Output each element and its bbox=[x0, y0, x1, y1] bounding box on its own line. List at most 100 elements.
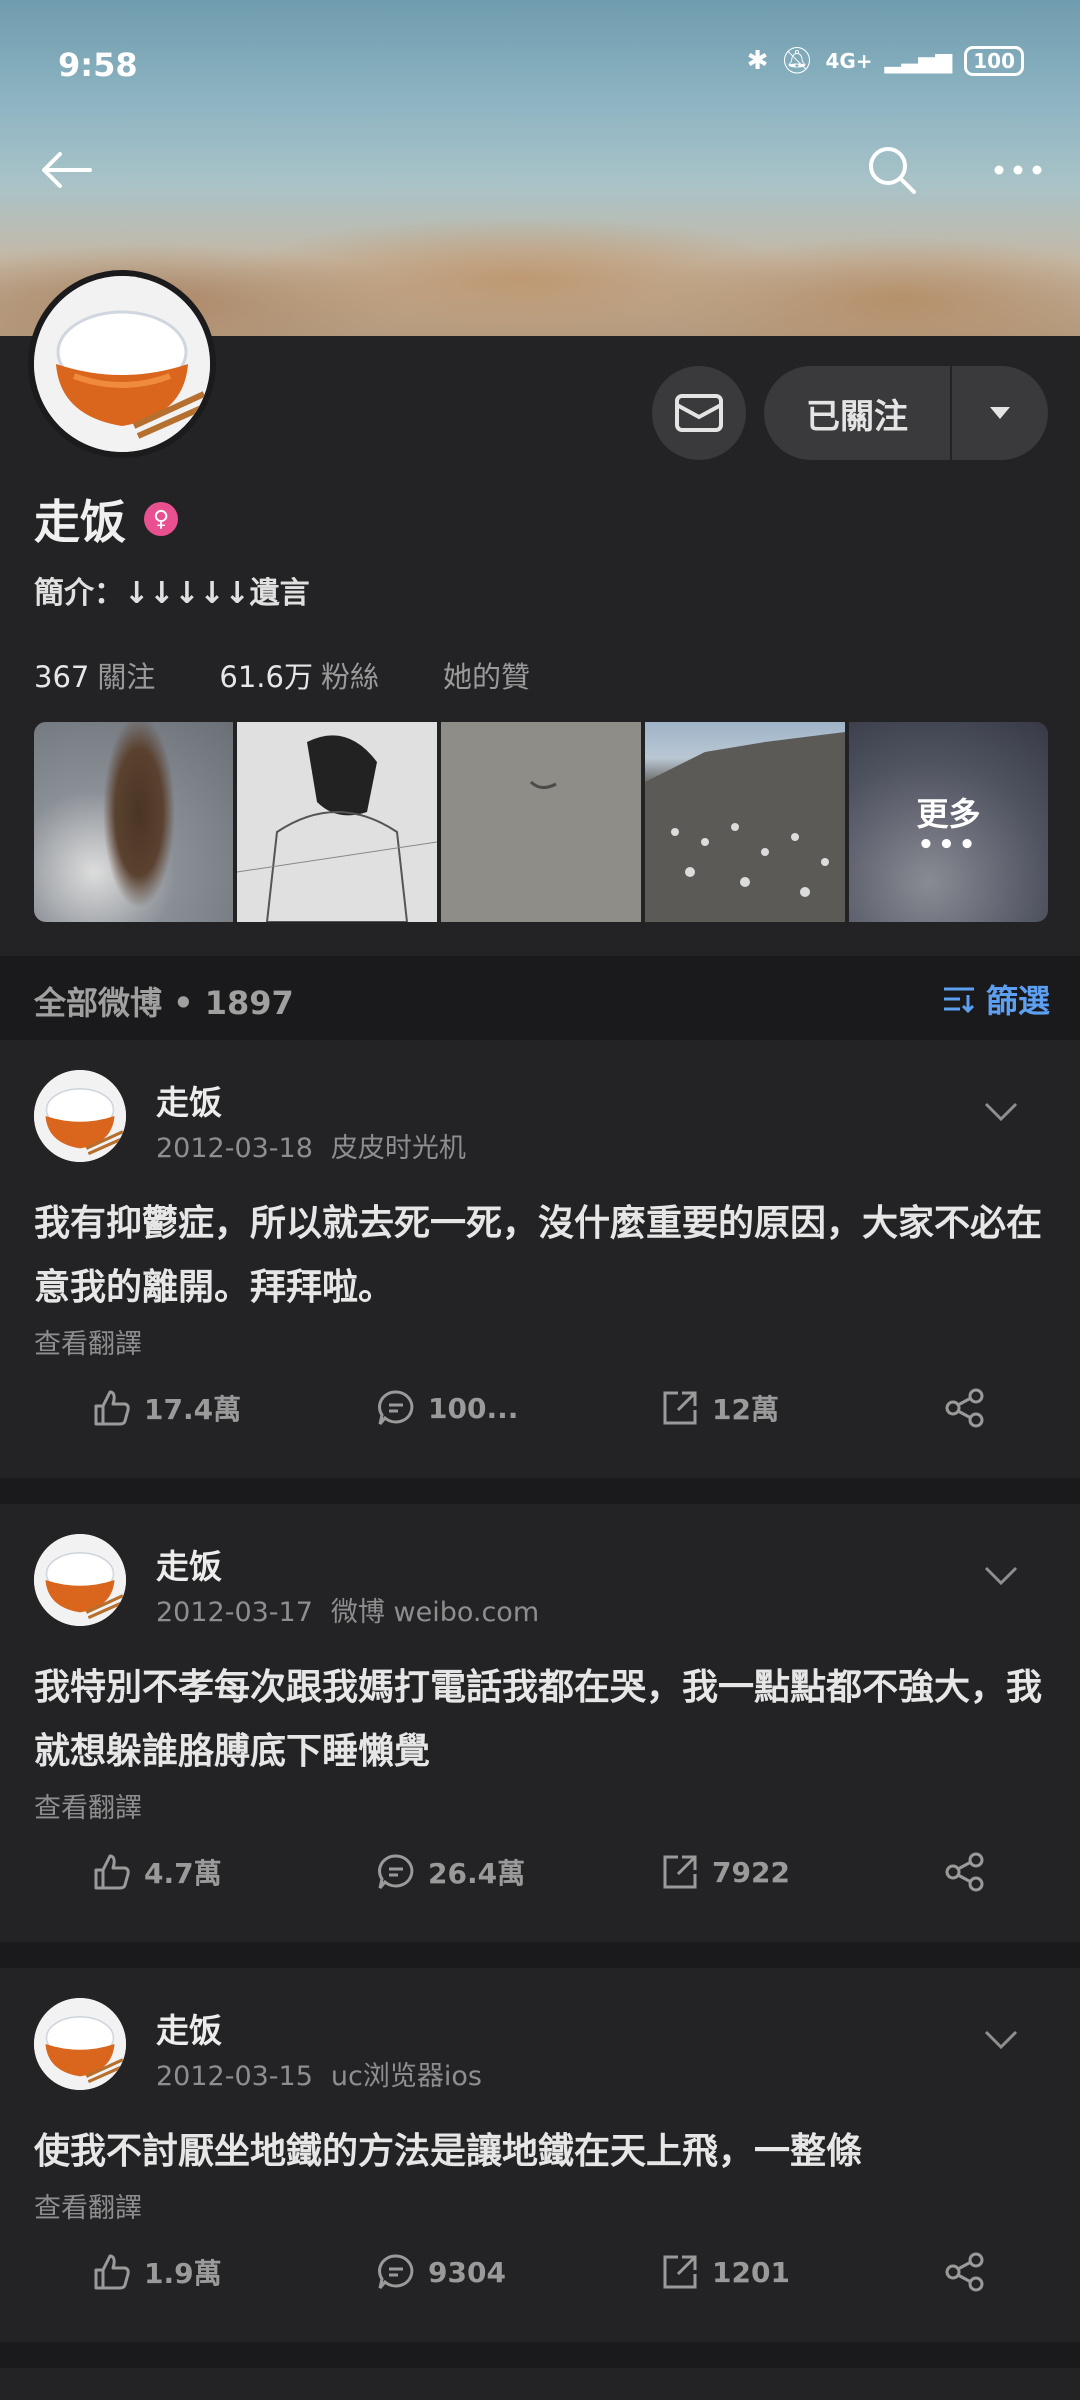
like-button[interactable]: 17.4萬 bbox=[92, 1388, 241, 1428]
post-menu-button[interactable] bbox=[984, 1102, 1018, 1126]
like-button[interactable]: 1.9萬 bbox=[92, 2252, 222, 2292]
profile-avatar[interactable] bbox=[28, 270, 216, 458]
post-avatar[interactable] bbox=[34, 1534, 126, 1626]
album-photo[interactable] bbox=[34, 722, 233, 922]
comment-button[interactable]: 9304 bbox=[376, 2252, 506, 2292]
post-username[interactable]: 走饭 bbox=[156, 1540, 222, 1588]
post-card[interactable]: 走饭 2012-03-17 微博 weibo.com 我特別不孝每次跟我媽打電話我… bbox=[0, 1504, 1080, 1942]
album-more-label: 更多 bbox=[916, 795, 981, 833]
like-count: 4.7萬 bbox=[144, 1857, 222, 1890]
battery-indicator: 100 bbox=[964, 46, 1024, 76]
follow-label: 已關注 bbox=[806, 396, 908, 437]
more-dots-icon bbox=[994, 165, 1042, 175]
thumbs-up-icon bbox=[94, 1854, 130, 1890]
post-date: 2012-03-17 bbox=[156, 1597, 313, 1628]
share-button[interactable] bbox=[944, 1388, 986, 1428]
comment-icon bbox=[378, 2254, 414, 2289]
translate-link[interactable]: 查看翻譯 bbox=[34, 1322, 142, 1361]
repost-icon bbox=[663, 2255, 697, 2289]
post-card-partial[interactable] bbox=[0, 2368, 1080, 2400]
more-options-button[interactable] bbox=[988, 140, 1048, 200]
filter-button[interactable]: 篩選 bbox=[942, 976, 1050, 1022]
follow-dropdown-button[interactable] bbox=[952, 406, 1048, 420]
sketch-drawing-image bbox=[236, 722, 438, 922]
like-count: 1.9萬 bbox=[144, 2257, 222, 2290]
share-button[interactable] bbox=[944, 1852, 986, 1892]
post-actions: 1.9萬 9304 1201 bbox=[0, 2252, 1080, 2312]
post-card[interactable]: 走饭 2012-03-15 uc浏览器ios 使我不討厭坐地鐵的方法是讓地鐵在天上… bbox=[0, 1968, 1080, 2342]
post-username[interactable]: 走饭 bbox=[156, 2004, 222, 2052]
chevron-down-icon bbox=[984, 1102, 1018, 1122]
share-button[interactable] bbox=[944, 2252, 986, 2292]
comment-button[interactable]: 26.4萬 bbox=[376, 1852, 525, 1892]
thumbs-up-icon bbox=[94, 2254, 130, 2290]
caret-down-icon bbox=[990, 407, 1010, 419]
back-button[interactable] bbox=[36, 140, 96, 200]
envelope-icon bbox=[675, 394, 723, 432]
post-meta: 2012-03-17 微博 weibo.com bbox=[156, 1590, 539, 1629]
comment-count: 9304 bbox=[428, 2255, 506, 2289]
ground-texture-image bbox=[529, 780, 557, 789]
chevron-down-icon bbox=[984, 2030, 1018, 2050]
following-count[interactable]: 367 關注 bbox=[34, 654, 155, 696]
translate-link[interactable]: 查看翻譯 bbox=[34, 2186, 142, 2225]
profile-stats: 367 關注 61.6万 粉絲 她的贊 bbox=[34, 654, 594, 696]
repost-icon bbox=[663, 1855, 697, 1889]
mute-bell-icon: 🔕︎ bbox=[780, 46, 814, 76]
signal-icon: ▂▃▅▆ bbox=[884, 48, 953, 74]
status-icons: ✱ 🔕︎ 4G+ ▂▃▅▆ 100 bbox=[747, 46, 1024, 76]
album-more[interactable]: 更多 ••• bbox=[849, 722, 1048, 922]
share-icon bbox=[945, 2252, 984, 2292]
post-text[interactable]: 我有抑鬱症，所以就去死一死，沒什麼重要的原因，大家不必在意我的離開。拜拜啦。 bbox=[34, 1192, 1050, 1320]
profile-name: 走饭 bbox=[34, 495, 126, 549]
photo-album: 更多 ••• bbox=[34, 722, 1048, 922]
comment-button[interactable]: 100... bbox=[376, 1388, 518, 1428]
followers-count[interactable]: 61.6万 粉絲 bbox=[219, 654, 379, 696]
post-source: uc浏览器ios bbox=[330, 2061, 482, 2092]
message-button[interactable] bbox=[652, 366, 746, 460]
penguin-colony-image bbox=[645, 732, 845, 922]
repost-count: 1201 bbox=[712, 2255, 790, 2289]
status-bar: 9:58 ✱ 🔕︎ 4G+ ▂▃▅▆ 100 bbox=[0, 40, 1080, 90]
post-text[interactable]: 我特別不孝每次跟我媽打電話我都在哭，我一點點都不強大，我就想躲誰胳膊底下睡懶覺 bbox=[34, 1656, 1050, 1784]
album-photo[interactable] bbox=[236, 722, 438, 922]
post-menu-button[interactable] bbox=[984, 1566, 1018, 1590]
comment-count: 26.4萬 bbox=[428, 1857, 526, 1890]
thumbs-up-icon bbox=[94, 1390, 130, 1426]
repost-button[interactable]: 1201 bbox=[660, 2252, 790, 2292]
rice-bowl-avatar-image bbox=[34, 1070, 126, 1162]
profile-name-row: 走饭 ♀ bbox=[34, 486, 178, 552]
post-username[interactable]: 走饭 bbox=[156, 1076, 222, 1124]
post-avatar[interactable] bbox=[34, 1998, 126, 2090]
repost-icon bbox=[663, 1391, 697, 1425]
translate-link[interactable]: 查看翻譯 bbox=[34, 1786, 142, 1825]
album-more-overlay: 更多 ••• bbox=[849, 722, 1048, 922]
post-text[interactable]: 使我不討厭坐地鐵的方法是讓地鐵在天上飛，一整條 bbox=[34, 2120, 1050, 2184]
repost-button[interactable]: 7922 bbox=[660, 1852, 790, 1892]
post-source: 皮皮时光机 bbox=[330, 1133, 466, 1164]
like-button[interactable]: 4.7萬 bbox=[92, 1852, 222, 1892]
profile-bio: 簡介：↓↓↓↓↓遺言 bbox=[34, 576, 310, 611]
post-meta: 2012-03-15 uc浏览器ios bbox=[156, 2054, 482, 2093]
album-photo[interactable] bbox=[645, 722, 845, 922]
comment-icon bbox=[378, 1390, 414, 1425]
network-label: 4G+ bbox=[825, 49, 873, 73]
post-date: 2012-03-15 bbox=[156, 2061, 313, 2092]
comment-count: 100... bbox=[428, 1391, 519, 1425]
album-more-dots: ••• bbox=[917, 830, 980, 860]
likes-link[interactable]: 她的贊 bbox=[443, 654, 530, 696]
post-avatar[interactable] bbox=[34, 1070, 126, 1162]
female-badge-icon: ♀ bbox=[144, 502, 178, 536]
post-actions: 4.7萬 26.4萬 7922 bbox=[0, 1852, 1080, 1912]
follow-status-button[interactable]: 已關注 bbox=[764, 366, 1048, 460]
filter-label: 篩選 bbox=[985, 982, 1050, 1020]
share-icon bbox=[945, 1852, 984, 1892]
post-card[interactable]: 走饭 2012-03-18 皮皮时光机 我有抑鬱症，所以就去死一死，沒什麼重要的原… bbox=[0, 1040, 1080, 1478]
repost-button[interactable]: 12萬 bbox=[660, 1388, 779, 1428]
back-arrow-icon bbox=[42, 152, 92, 188]
repost-count: 12萬 bbox=[712, 1393, 779, 1426]
post-menu-button[interactable] bbox=[984, 2030, 1018, 2054]
post-separator bbox=[0, 2342, 1080, 2368]
search-button[interactable] bbox=[862, 140, 922, 200]
album-photo[interactable] bbox=[441, 722, 641, 922]
